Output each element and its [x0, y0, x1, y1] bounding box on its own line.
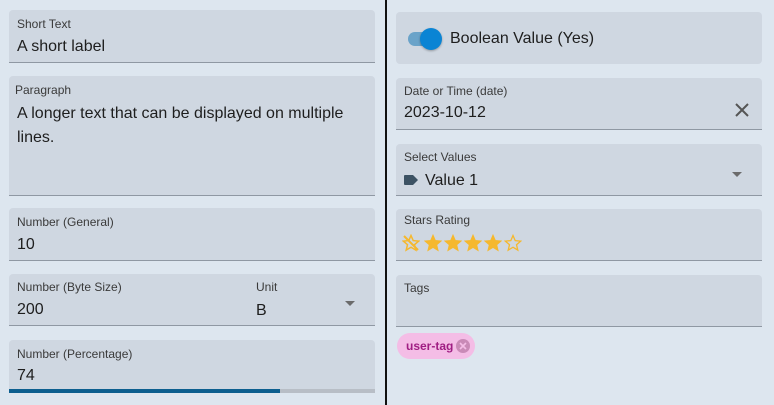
chevron-down-icon[interactable] [345, 301, 355, 306]
tag-chip-label: user-tag [406, 339, 454, 353]
tags-label: Tags [404, 281, 430, 295]
tag-chip[interactable]: user-tag [397, 333, 475, 359]
remove-tag-icon[interactable] [455, 338, 471, 354]
short-text-field[interactable]: Short Text A short label [9, 10, 375, 63]
boolean-field[interactable]: Boolean Value (Yes) [396, 12, 762, 64]
select-values-value[interactable]: Value 1 [425, 172, 478, 190]
tags-field[interactable]: Tags [396, 275, 762, 327]
star-filled-icon[interactable] [444, 234, 462, 252]
select-values-label: Select Values [404, 150, 477, 164]
unit-label: Unit [256, 280, 278, 294]
number-byte-field[interactable]: Number (Byte Size) 200 Unit B [9, 274, 375, 326]
number-general-field[interactable]: Number (General) 10 [9, 208, 375, 261]
star-empty-icon[interactable] [504, 234, 522, 252]
unit-select-value[interactable]: B [256, 302, 267, 320]
number-percentage-value[interactable]: 74 [17, 367, 35, 385]
number-percentage-field[interactable]: Number (Percentage) 74 [9, 340, 375, 390]
short-text-label: Short Text [17, 17, 71, 31]
select-values-field[interactable]: Select Values Value 1 [396, 144, 762, 196]
number-general-label: Number (General) [17, 215, 114, 229]
paragraph-value[interactable]: A longer text that can be displayed on m… [17, 102, 357, 150]
chevron-down-icon[interactable] [732, 172, 742, 177]
short-text-value[interactable]: A short label [17, 38, 105, 56]
star-filled-icon[interactable] [424, 234, 442, 252]
percentage-progress-fill [9, 389, 280, 393]
paragraph-label: Paragraph [15, 83, 72, 97]
date-field[interactable]: Date or Time (date) 2023-10-12 [396, 78, 762, 130]
toggle-switch[interactable] [420, 28, 442, 50]
percentage-progress-bar [9, 389, 375, 393]
clear-rating-icon[interactable] [402, 234, 420, 252]
date-label: Date or Time (date) [404, 84, 508, 98]
stars-rating-field[interactable]: Stars Rating [396, 209, 762, 261]
number-byte-value[interactable]: 200 [17, 301, 44, 319]
paragraph-field[interactable]: Paragraph A longer text that can be disp… [9, 76, 375, 196]
stars-rating-label: Stars Rating [404, 213, 471, 227]
star-filled-icon[interactable] [464, 234, 482, 252]
number-general-value[interactable]: 10 [17, 236, 35, 254]
star-filled-icon[interactable] [484, 234, 502, 252]
number-percentage-label: Number (Percentage) [17, 347, 133, 361]
boolean-label: Boolean Value (Yes) [450, 30, 595, 47]
date-value[interactable]: 2023-10-12 [404, 104, 486, 122]
label-tag-icon [404, 175, 418, 185]
column-divider [385, 0, 387, 405]
number-byte-label: Number (Byte Size) [17, 280, 122, 294]
close-icon[interactable] [733, 101, 751, 119]
